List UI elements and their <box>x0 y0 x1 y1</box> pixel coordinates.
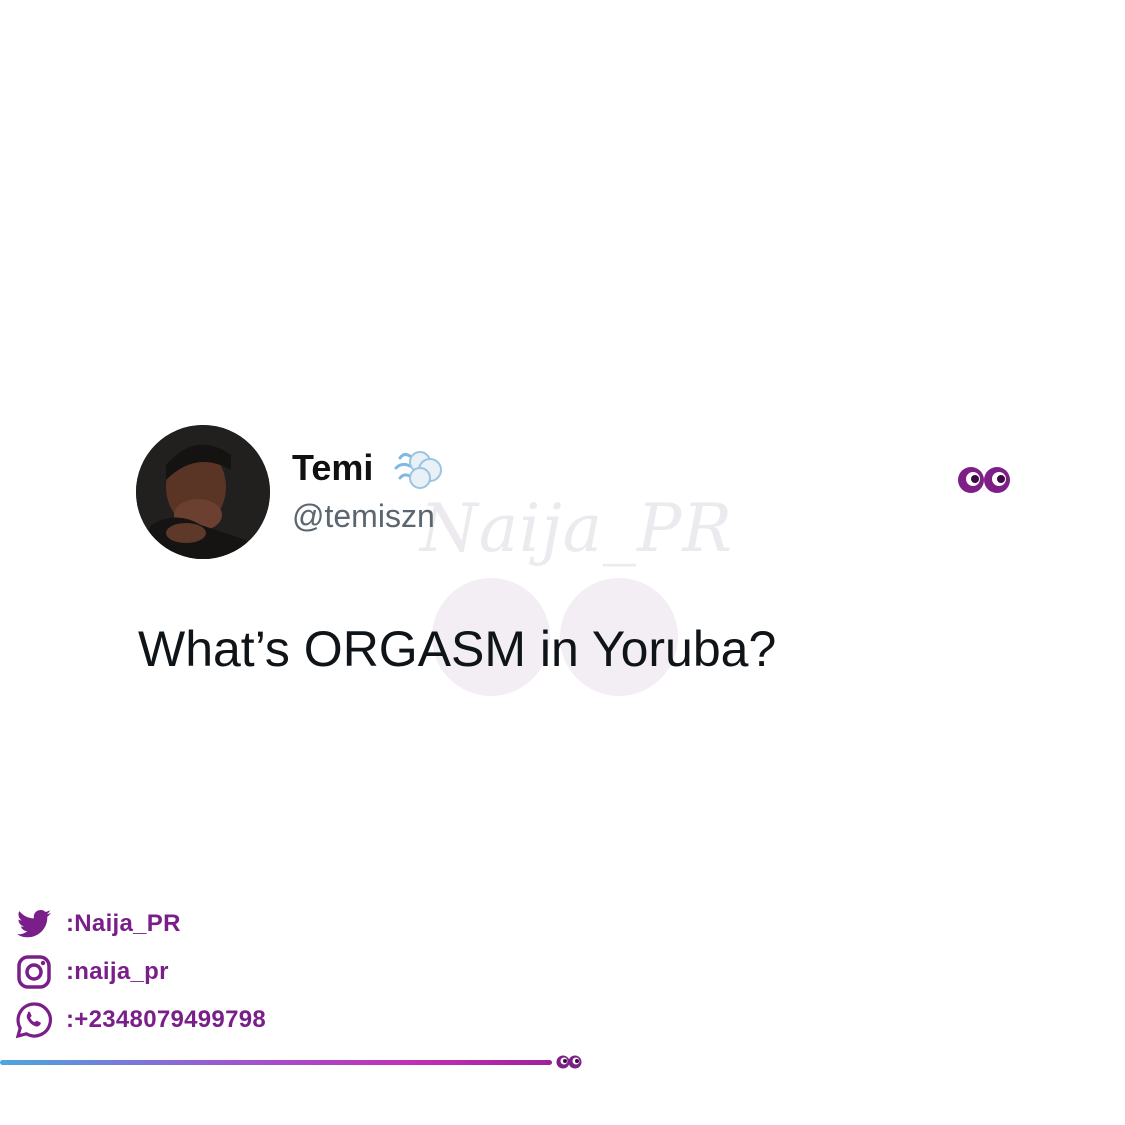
dashing-away-icon <box>394 451 442 489</box>
avatar[interactable] <box>136 425 270 559</box>
display-name[interactable]: Temi <box>292 447 373 489</box>
footer-divider <box>0 1060 552 1065</box>
social-twitter[interactable]: :Naija_PR <box>14 904 181 944</box>
eyes-icon <box>556 1055 582 1069</box>
whatsapp-icon <box>15 1002 52 1039</box>
whatsapp-number-label: :+2348079499798 <box>66 1006 267 1033</box>
social-whatsapp[interactable]: :+2348079499798 <box>14 1000 266 1040</box>
eyes-icon <box>958 467 1010 493</box>
tweet-text: What’s ORGASM in Yoruba? <box>138 621 777 677</box>
instagram-icon <box>17 955 51 989</box>
instagram-handle-label: :naija_pr <box>66 958 169 985</box>
user-handle[interactable]: @temiszn <box>292 498 435 535</box>
social-instagram[interactable]: :naija_pr <box>14 952 169 992</box>
twitter-handle-label: :Naija_PR <box>66 910 181 937</box>
watermark-text: Naija_PR <box>420 490 734 567</box>
twitter-icon <box>17 909 51 938</box>
